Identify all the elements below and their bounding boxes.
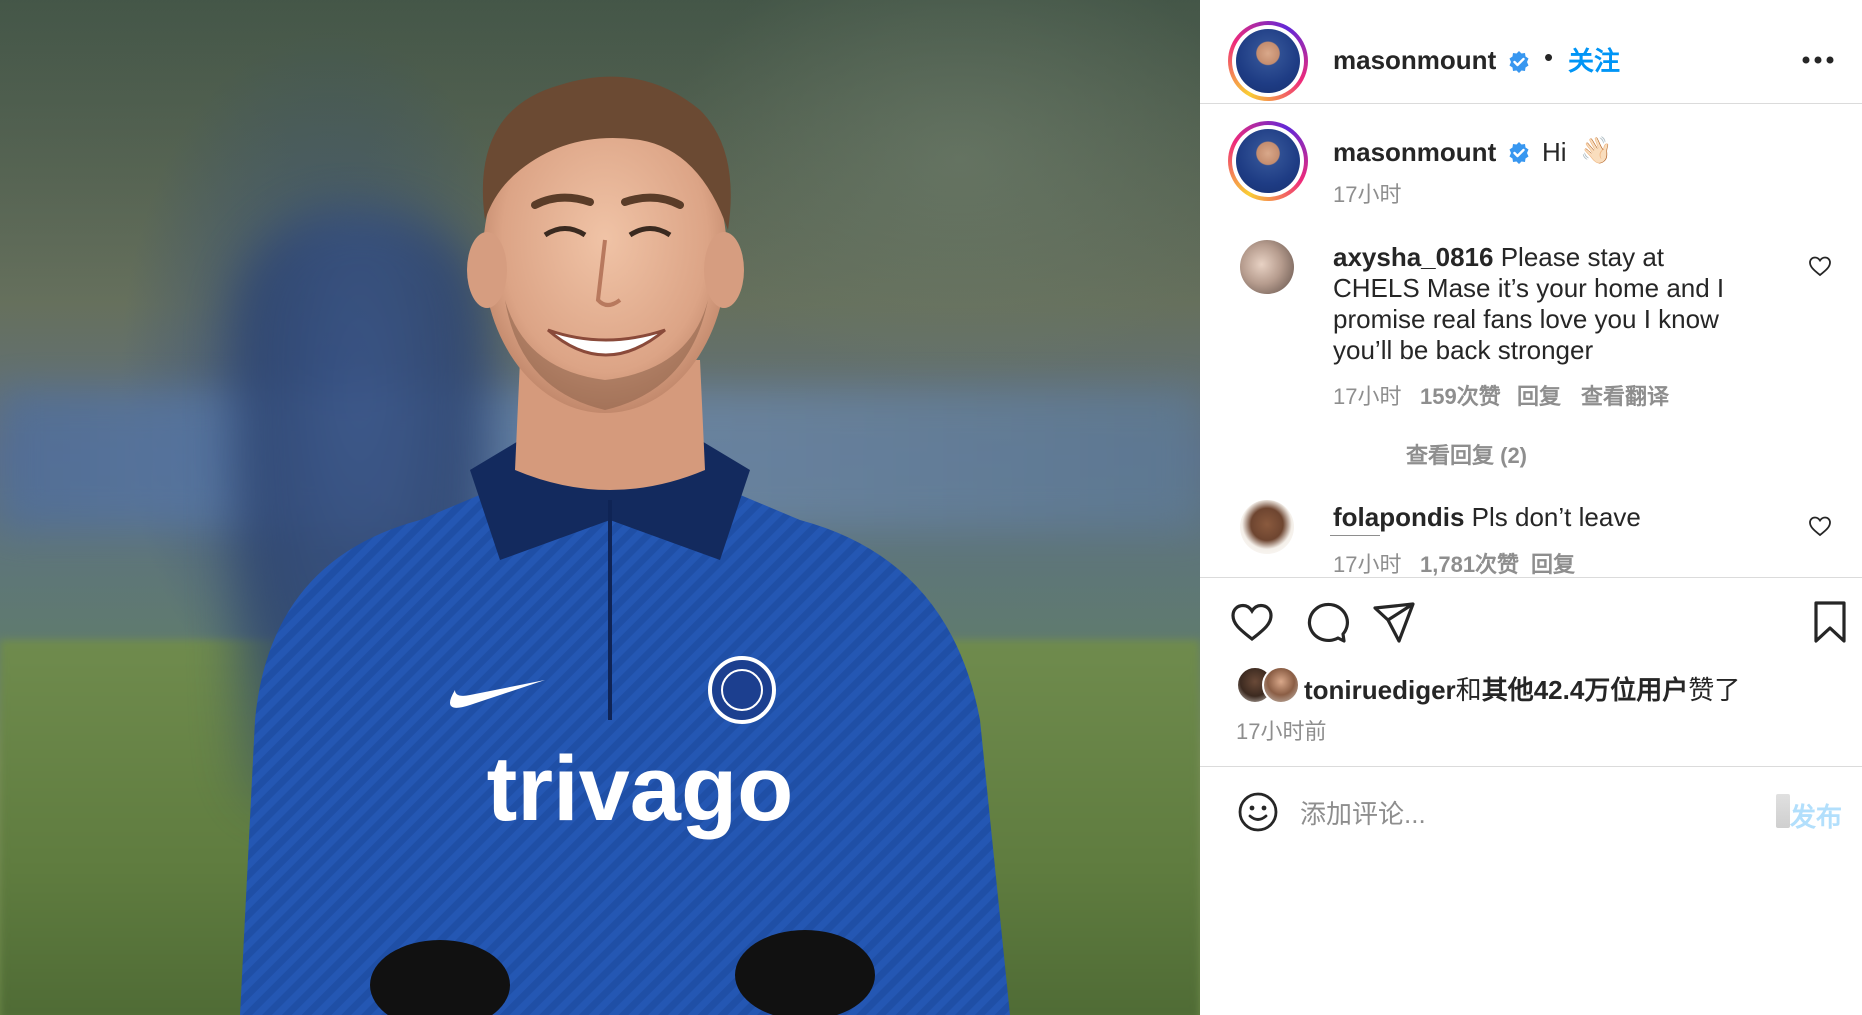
view-replies-button[interactable]: 查看回复 (2) xyxy=(1406,438,1527,470)
commenter-avatar-axysha[interactable] xyxy=(1240,240,1294,294)
comment-username[interactable]: axysha_0816 xyxy=(1333,242,1493,272)
verified-badge-icon xyxy=(1509,51,1529,73)
author-avatar[interactable] xyxy=(1228,21,1308,101)
commenter-avatar-folapondis[interactable] xyxy=(1240,500,1294,554)
replies-line xyxy=(1330,535,1380,536)
comment-likes-count[interactable]: 159次赞 xyxy=(1420,379,1501,411)
share-paper-plane-icon[interactable] xyxy=(1370,598,1418,646)
caption-verified-badge-icon xyxy=(1509,142,1529,164)
post-image[interactable]: trivago xyxy=(0,0,1200,1015)
like-comment-heart-icon[interactable] xyxy=(1808,514,1832,538)
comment-text: Pls don’t leave xyxy=(1471,502,1641,532)
resize-grip xyxy=(1776,794,1790,828)
add-comment-input[interactable] xyxy=(1300,794,1730,834)
liker-username[interactable]: toniruediger xyxy=(1304,675,1456,705)
emoji-picker-icon[interactable] xyxy=(1236,790,1280,834)
like-comment-heart-icon[interactable] xyxy=(1808,254,1832,278)
likes-joiner: 和 xyxy=(1455,675,1482,705)
post-timestamp[interactable]: 17小时前 xyxy=(1236,714,1326,746)
comment-time[interactable]: 17小时 xyxy=(1333,547,1401,579)
header-divider xyxy=(1200,103,1862,104)
see-translation-button[interactable]: 查看翻译 xyxy=(1581,379,1669,411)
post-comment-button[interactable]: 发布 xyxy=(1790,797,1842,834)
shirt-sponsor-text: trivago xyxy=(487,738,794,840)
reply-button[interactable]: 回复 xyxy=(1517,379,1561,411)
more-options-icon[interactable] xyxy=(1800,54,1836,66)
player-illustration: trivago xyxy=(240,76,1010,1015)
add-comment-divider xyxy=(1200,766,1862,767)
comment-username[interactable]: folapondis xyxy=(1333,502,1464,532)
comment-time[interactable]: 17小时 xyxy=(1333,379,1401,411)
comment-likes-count[interactable]: 1,781次赞 xyxy=(1420,547,1519,579)
caption-text: Hi xyxy=(1542,137,1567,167)
comment-axysha: axysha_0816 Please stay at CHELS Mase it… xyxy=(1333,242,1733,366)
comment-folapondis: folapondis Pls don’t leave xyxy=(1333,502,1733,533)
header-username[interactable]: masonmount xyxy=(1333,45,1496,76)
post-side-panel: masonmount • 关注 masonmount Hi 👋🏻 17小时 ax… xyxy=(1200,0,1862,1015)
header-separator: • xyxy=(1544,42,1554,72)
liker-avatar[interactable] xyxy=(1262,666,1300,704)
waving-hand-emoji: 👋🏻 xyxy=(1580,135,1613,165)
likes-suffix: 赞了 xyxy=(1688,675,1741,705)
likes-summary[interactable]: toniruediger和其他42.4万位用户赞了 xyxy=(1304,670,1740,707)
caption-avatar[interactable] xyxy=(1228,121,1308,201)
follow-button[interactable]: 关注 xyxy=(1568,41,1620,78)
caption-time[interactable]: 17小时 xyxy=(1333,177,1401,209)
reply-button[interactable]: 回复 xyxy=(1531,547,1575,579)
likes-others[interactable]: 其他42.4万位用户 xyxy=(1482,675,1689,705)
save-bookmark-icon[interactable] xyxy=(1806,598,1854,646)
comment-bubble-icon[interactable] xyxy=(1302,598,1350,646)
caption-username[interactable]: masonmount xyxy=(1333,137,1496,168)
like-heart-icon[interactable] xyxy=(1228,598,1276,646)
comments-divider xyxy=(1200,577,1862,578)
